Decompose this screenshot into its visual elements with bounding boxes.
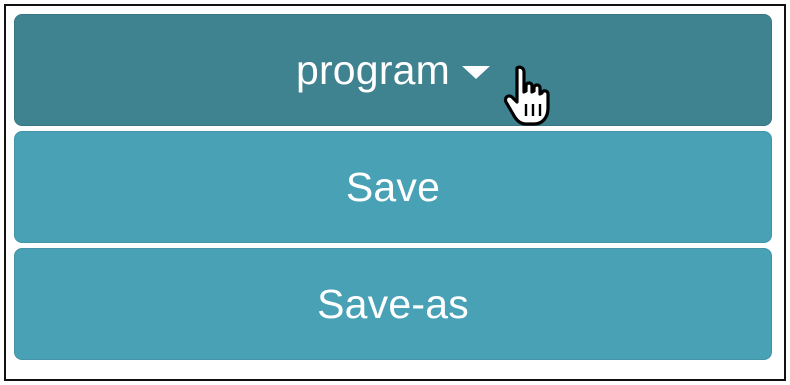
caret-down-icon — [462, 65, 491, 79]
save-menu-item-label: Save — [345, 163, 441, 210]
program-dropdown-menu: program Save Save-as — [14, 14, 772, 365]
hand-pointer-cursor-icon — [503, 65, 550, 126]
save-as-menu-item-label: Save-as — [317, 280, 469, 327]
program-dropdown-label: program — [295, 46, 451, 93]
save-menu-item[interactable]: Save — [14, 131, 772, 243]
program-dropdown-toggle[interactable]: program — [14, 14, 772, 126]
save-as-menu-item[interactable]: Save-as — [14, 248, 772, 360]
